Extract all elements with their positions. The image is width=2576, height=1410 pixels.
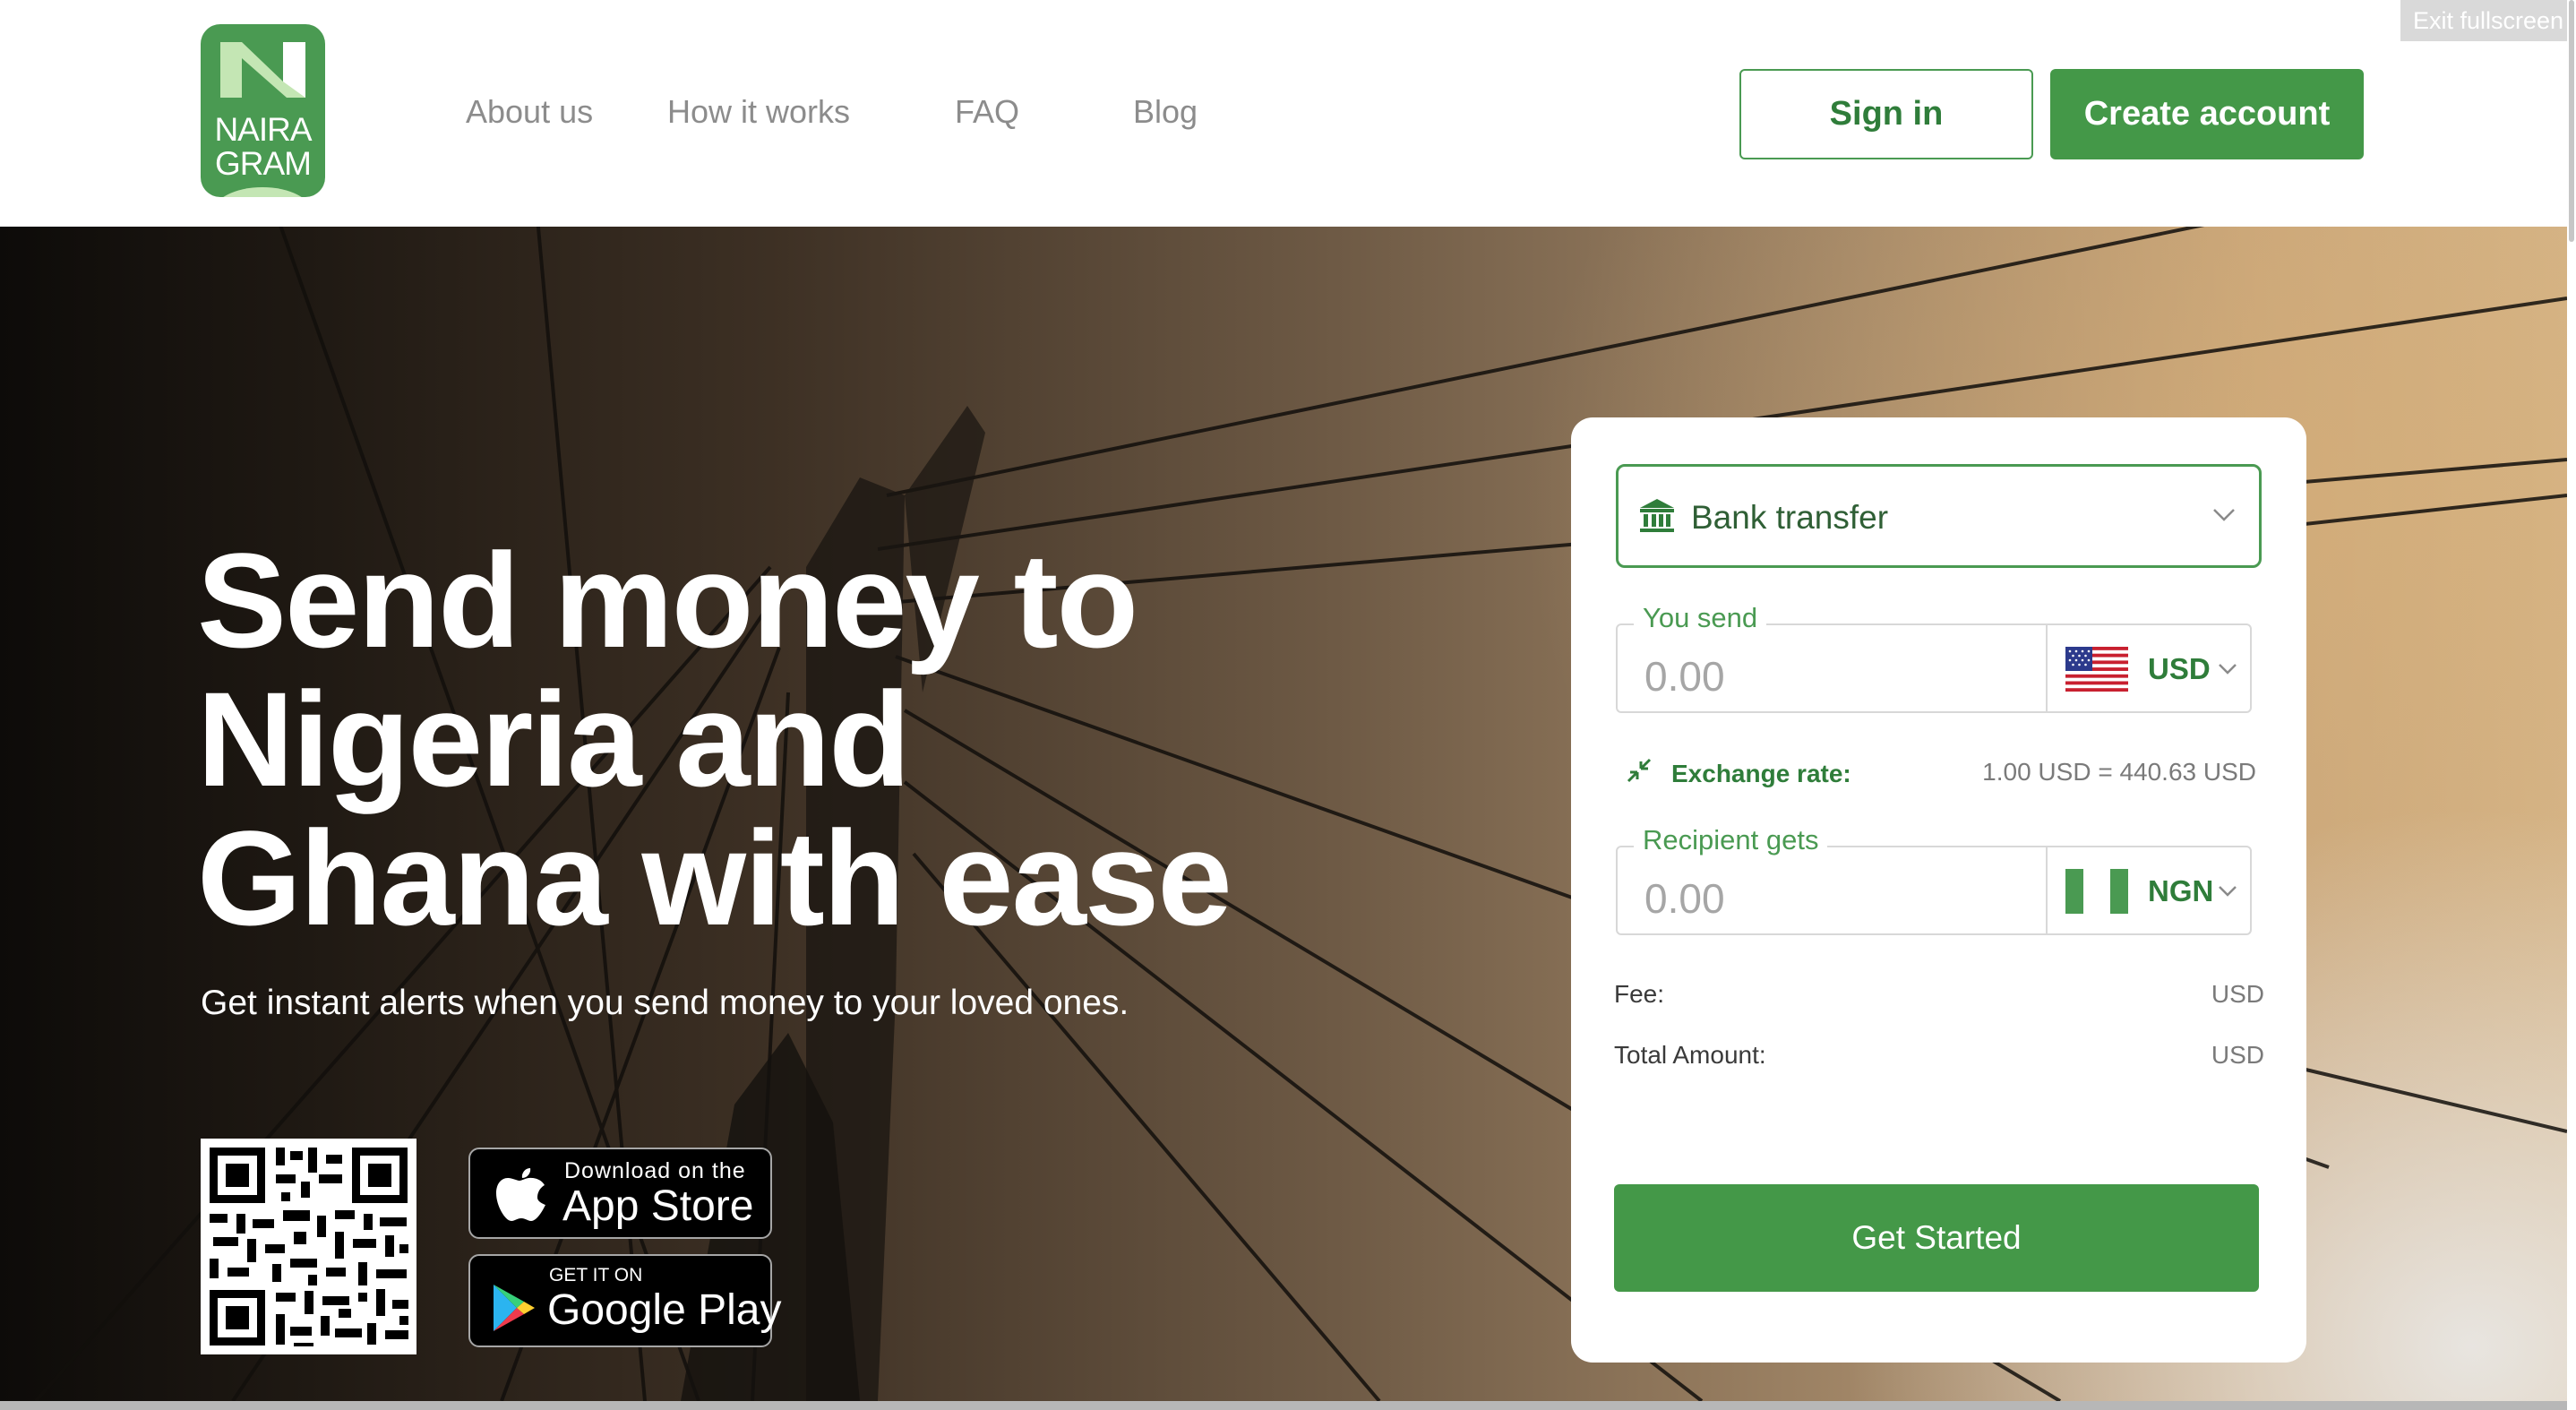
fee-label: Fee: [1614,980,1665,1008]
hero-title-line-3: Ghana with ease [197,803,1232,953]
apple-icon [496,1168,545,1221]
nav-how-it-works[interactable]: How it works [667,93,850,131]
app-download-qr-code[interactable] [201,1139,416,1354]
qr-code-icon [201,1139,416,1354]
hero-section: Send money to Nigeria and Ghana with eas… [0,227,2567,1401]
exchange-icon [1627,758,1652,783]
scrollbar-thumb[interactable] [2569,0,2574,242]
nav-faq[interactable]: FAQ [955,93,1019,131]
payment-method-label: Bank transfer [1691,499,1889,536]
total-amount-row: Total Amount: USD [1614,1041,2264,1073]
bank-icon [1640,499,1674,532]
hero-title-line-2: Nigeria and [197,664,911,814]
transfer-calculator-card: Bank transfer You send 0.00 USD Exchange… [1571,417,2306,1363]
ng-flag-icon [2065,869,2128,914]
receive-currency-code: NGN [2148,874,2214,907]
send-currency-select[interactable]: USD [2046,625,2250,711]
chevron-down-icon [2219,886,2237,897]
hero-title: Send money to Nigeria and Ghana with eas… [197,531,1361,948]
hero-subtitle: Get instant alerts when you send money t… [201,984,1129,1022]
you-send-field: You send 0.00 USD [1616,602,2252,713]
chevron-down-icon [2219,664,2237,675]
app-store-big-text: App Store [562,1182,754,1230]
google-play-button[interactable]: GET IT ON Google Play [468,1254,782,1347]
sign-in-button[interactable]: Sign in [1739,69,2033,159]
exchange-rate-label: Exchange rate: [1671,760,1851,787]
payment-method-select[interactable]: Bank transfer [1616,464,2262,568]
nairagram-logo[interactable]: NAIRA GRAM [201,24,325,197]
total-amount-value: USD [2211,1041,2264,1069]
fee-row: Fee: USD [1614,980,2264,1012]
get-started-button[interactable]: Get Started [1614,1184,2259,1292]
receive-currency-select[interactable]: NGN [2046,847,2250,933]
google-play-icon [494,1285,535,1331]
hero-title-line-1: Send money to [197,525,1138,675]
recipient-gets-amount-input[interactable] [1618,847,2046,933]
you-send-amount-input[interactable] [1618,625,2046,711]
nav-blog[interactable]: Blog [1133,93,1198,131]
exchange-rate-value: 1.00 USD = 440.63 USD [1982,758,2256,786]
chevron-down-icon [2213,509,2235,521]
app-store-button[interactable]: Download on the App Store [468,1148,772,1239]
logo-text-naira: NAIRA [214,111,312,148]
send-currency-code: USD [2148,652,2211,685]
google-play-small-text: GET IT ON [549,1265,643,1285]
us-flag-icon [2065,647,2128,692]
nav-about-us[interactable]: About us [466,93,593,131]
exit-fullscreen-button[interactable]: Exit fullscreen [2400,0,2576,41]
app-store-small-text: Download on the [564,1158,746,1183]
recipient-gets-field: Recipient gets NGN [1616,824,2252,935]
exchange-rate-row: Exchange rate: 1.00 USD = 440.63 USD [1625,754,2256,790]
logo-text-gram: GRAM [215,145,312,182]
create-account-button[interactable]: Create account [2050,69,2364,159]
page-bottom-edge [0,1401,2567,1410]
site-header: NAIRA GRAM About us How it works FAQ Blo… [0,0,2576,227]
google-play-big-text: Google Play [547,1286,782,1334]
total-amount-label: Total Amount: [1614,1041,1766,1069]
fee-value: USD [2211,980,2264,1008]
